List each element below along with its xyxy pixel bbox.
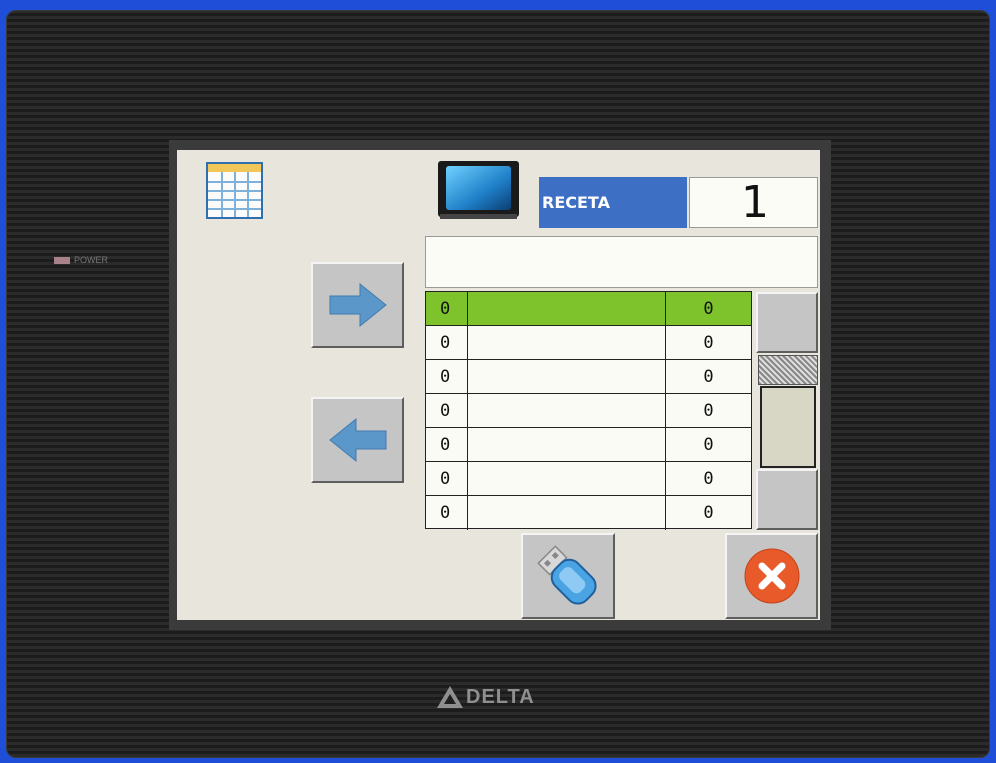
row-name-cell (468, 462, 666, 495)
monitor-icon[interactable] (437, 160, 520, 220)
row-name-cell (468, 428, 666, 461)
next-recipe-button[interactable] (311, 262, 404, 348)
row-index-cell: 0 (426, 292, 468, 325)
row-value-cell: 0 (703, 468, 714, 489)
table-row[interactable]: 0 0 (426, 360, 751, 394)
previous-recipe-button[interactable] (311, 397, 404, 483)
scrollbar-track[interactable] (760, 386, 816, 468)
power-led (54, 257, 70, 264)
row-index-cell: 0 (426, 428, 468, 461)
brand-logo: DELTA (436, 684, 535, 710)
row-index-cell: 0 (426, 394, 468, 427)
scroll-up-button[interactable] (756, 292, 818, 353)
table-row[interactable]: 0 0 (426, 394, 751, 428)
row-name-cell (468, 394, 666, 427)
table-row[interactable]: 0 0 (426, 326, 751, 360)
table-row[interactable]: 0 0 (426, 496, 751, 530)
close-button[interactable] (725, 533, 818, 619)
table-row[interactable]: 0 0 (426, 428, 751, 462)
row-value-cell: 0 (703, 503, 714, 523)
recipe-table: 0 0 0 0 0 0 0 0 0 0 0 0 0 0 (425, 291, 752, 530)
arrow-right-icon (329, 282, 387, 328)
recipe-label: RECETA (539, 177, 687, 228)
arrow-left-icon (328, 417, 386, 463)
row-index-cell: 0 (426, 462, 468, 495)
row-name-cell (468, 360, 666, 393)
recipe-number-field[interactable]: 1 (689, 177, 818, 228)
delta-logo-icon (437, 686, 463, 708)
row-value-cell: 0 (703, 332, 714, 353)
table-row[interactable]: 0 0 (426, 292, 751, 326)
row-value-cell: 0 (703, 366, 714, 387)
power-label: POWER (74, 255, 109, 265)
recipe-table-icon[interactable] (206, 162, 263, 219)
brand-logo-text: DELTA (466, 685, 535, 708)
row-value-cell: 0 (703, 434, 714, 455)
usb-drive-icon (537, 545, 597, 605)
row-value-cell: 0 (703, 298, 714, 319)
row-value-cell: 0 (703, 400, 714, 421)
close-icon (744, 548, 799, 604)
scroll-down-button[interactable] (756, 469, 818, 530)
scrollbar-thumb[interactable] (758, 355, 818, 385)
usb-export-button[interactable] (521, 533, 615, 619)
recipe-name-field[interactable] (425, 236, 818, 288)
table-row[interactable]: 0 0 (426, 462, 751, 496)
row-name-cell (468, 326, 666, 359)
row-index-cell: 0 (426, 496, 468, 530)
row-index-cell: 0 (426, 360, 468, 393)
row-name-cell (468, 292, 666, 325)
row-index-cell: 0 (426, 326, 468, 359)
row-name-cell (468, 496, 666, 530)
